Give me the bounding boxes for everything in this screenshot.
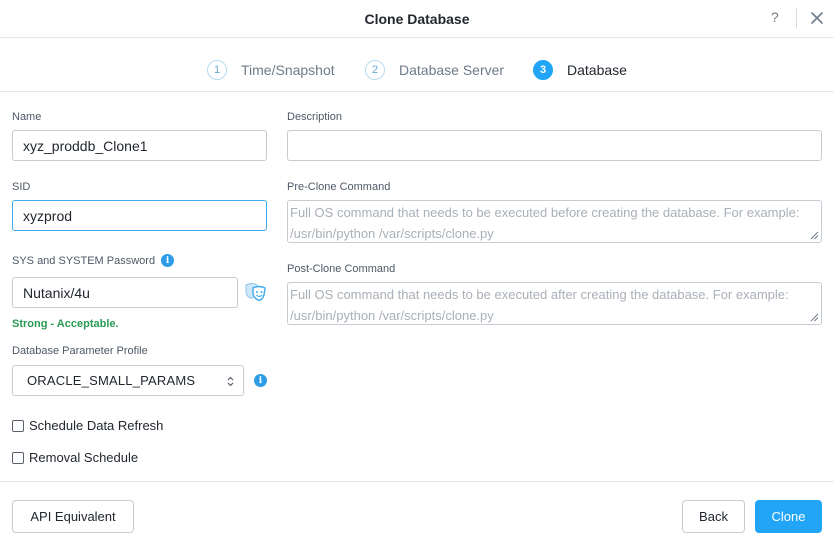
resize-handle-icon[interactable] bbox=[810, 313, 819, 322]
theater-masks-icon[interactable] bbox=[243, 281, 268, 303]
name-input[interactable]: xyz_proddb_Clone1 bbox=[12, 130, 267, 161]
password-strength: Strong - Acceptable. bbox=[12, 318, 119, 330]
step-database[interactable]: 3 Database bbox=[533, 60, 627, 80]
dialog-header: Clone Database ? bbox=[0, 0, 834, 38]
post-clone-textarea[interactable]: Full OS command that needs to be execute… bbox=[287, 282, 822, 325]
help-icon[interactable]: ? bbox=[771, 9, 779, 25]
pre-clone-placeholder: Full OS command that needs to be execute… bbox=[290, 205, 800, 241]
schedule-refresh-label: Schedule Data Refresh bbox=[29, 418, 164, 433]
post-clone-label: Post-Clone Command bbox=[287, 263, 396, 275]
step-number: 3 bbox=[533, 60, 553, 80]
footer-divider bbox=[0, 481, 834, 482]
removal-schedule-label: Removal Schedule bbox=[29, 450, 139, 465]
resize-handle-icon[interactable] bbox=[810, 231, 819, 240]
sid-input[interactable]: xyzprod bbox=[12, 200, 267, 231]
info-icon[interactable]: i bbox=[161, 254, 175, 267]
dialog-title: Clone Database bbox=[364, 11, 470, 27]
password-label-row: SYS and SYSTEM Password i bbox=[12, 254, 175, 267]
checkbox-box[interactable] bbox=[12, 419, 24, 432]
password-label: SYS and SYSTEM Password bbox=[12, 254, 156, 267]
param-profile-value: ORACLE_SMALL_PARAMS bbox=[27, 373, 196, 388]
post-clone-placeholder: Full OS command that needs to be execute… bbox=[290, 287, 789, 323]
api-equivalent-button[interactable]: API Equivalent bbox=[12, 500, 134, 533]
pre-clone-label: Pre-Clone Command bbox=[287, 181, 391, 193]
step-time-snapshot[interactable]: 1 Time/Snapshot bbox=[207, 60, 335, 80]
name-label: Name bbox=[12, 111, 42, 123]
password-input[interactable]: Nutanix/4u bbox=[12, 277, 238, 308]
select-updown-icon bbox=[227, 376, 234, 387]
step-database-server[interactable]: 2 Database Server bbox=[365, 60, 504, 80]
step-label: Database Server bbox=[399, 62, 505, 78]
wizard-steps: 1 Time/Snapshot 2 Database Server 3 Data… bbox=[0, 38, 834, 92]
step-number: 2 bbox=[365, 60, 385, 80]
description-input[interactable] bbox=[287, 130, 822, 161]
param-profile-label: Database Parameter Profile bbox=[12, 345, 148, 357]
header-divider bbox=[796, 8, 797, 28]
step-label: Database bbox=[567, 62, 627, 78]
param-profile-select[interactable]: ORACLE_SMALL_PARAMS bbox=[12, 365, 244, 396]
removal-schedule-checkbox[interactable]: Removal Schedule bbox=[12, 450, 138, 465]
close-icon[interactable] bbox=[808, 9, 826, 27]
description-label: Description bbox=[287, 111, 343, 123]
step-label: Time/Snapshot bbox=[241, 62, 335, 78]
pre-clone-textarea[interactable]: Full OS command that needs to be execute… bbox=[287, 200, 822, 243]
step-number: 1 bbox=[207, 60, 227, 80]
clone-button[interactable]: Clone bbox=[755, 500, 822, 533]
schedule-refresh-checkbox[interactable]: Schedule Data Refresh bbox=[12, 418, 163, 433]
sid-label: SID bbox=[12, 181, 31, 193]
back-button[interactable]: Back bbox=[682, 500, 745, 533]
checkbox-box[interactable] bbox=[12, 451, 24, 464]
info-icon[interactable]: i bbox=[254, 374, 267, 387]
